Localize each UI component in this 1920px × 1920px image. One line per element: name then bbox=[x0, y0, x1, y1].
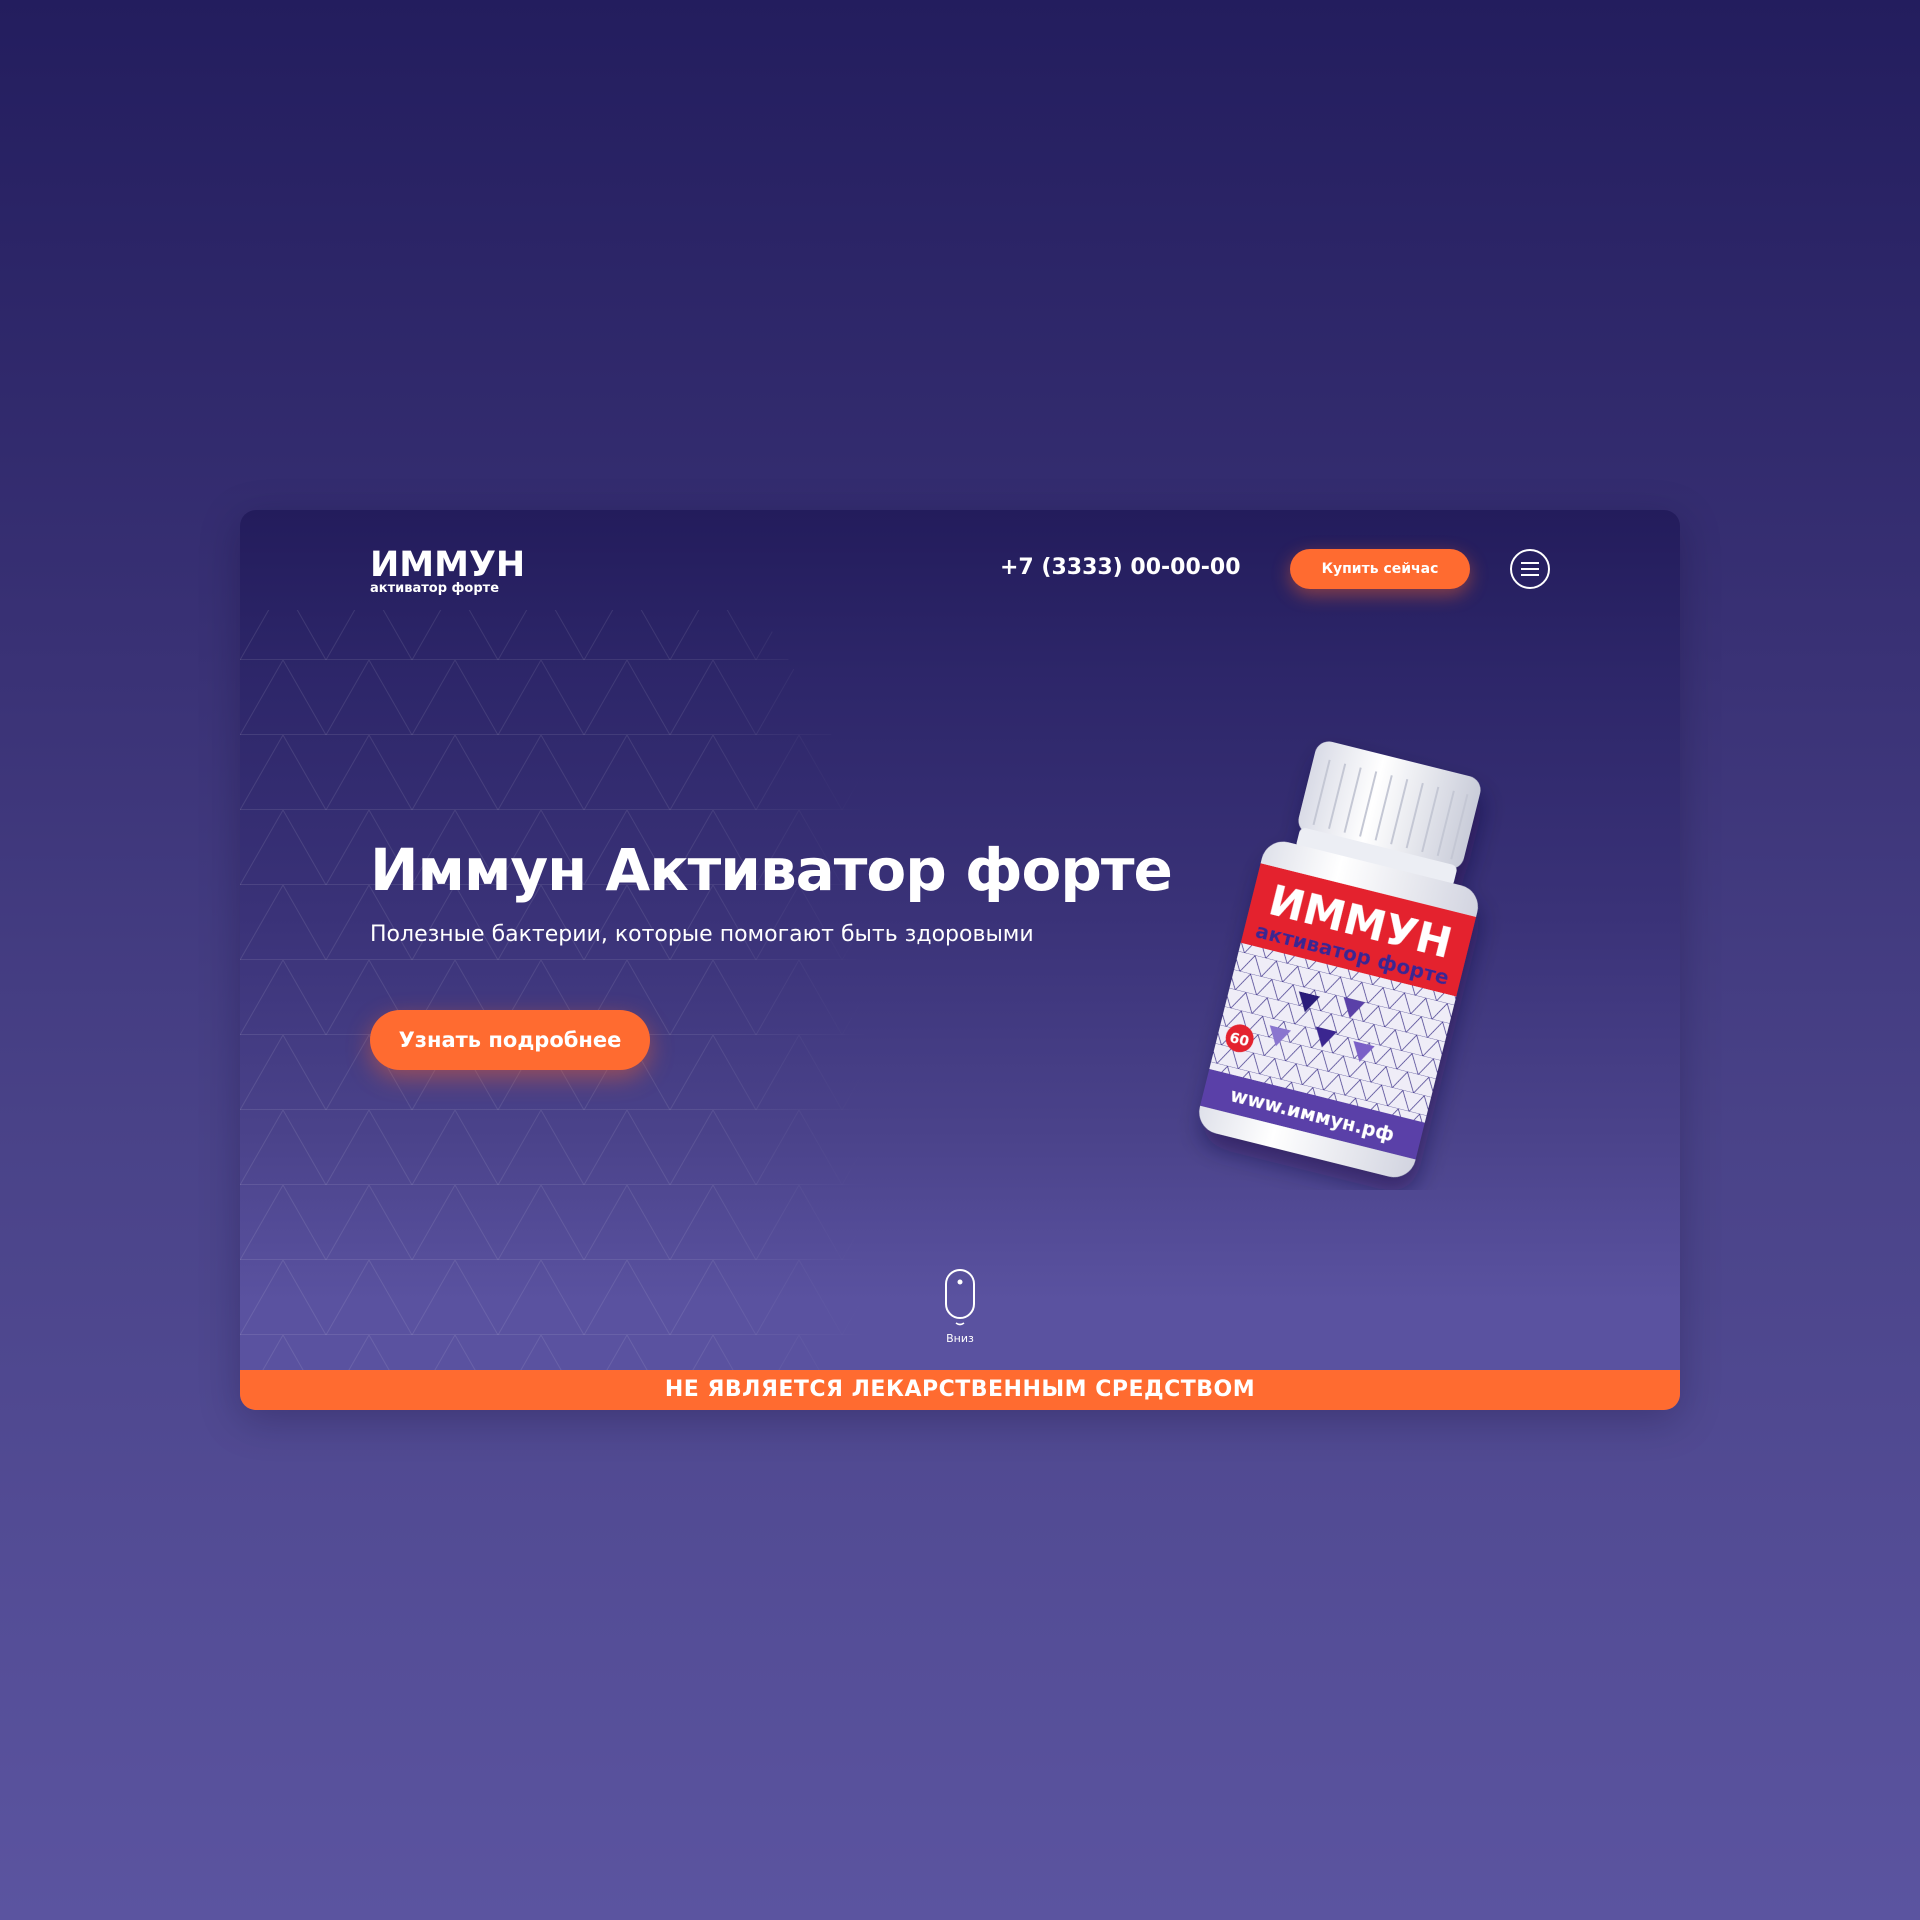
buy-now-button[interactable]: Купить сейчас bbox=[1290, 549, 1470, 589]
scroll-down-label: Вниз bbox=[946, 1332, 974, 1345]
logo-title: ИММУН bbox=[370, 545, 526, 585]
learn-more-button[interactable]: Узнать подробнее bbox=[370, 1010, 650, 1070]
menu-line bbox=[1521, 562, 1539, 564]
hero-subtitle: Полезные бактерии, которые помогают быть… bbox=[370, 922, 1034, 947]
hamburger-menu-icon[interactable] bbox=[1510, 549, 1550, 589]
product-bottle-image: ИММУН активатор форте 60 www.иммун.рф bbox=[1160, 710, 1520, 1190]
menu-line bbox=[1521, 568, 1539, 570]
menu-line bbox=[1521, 574, 1539, 576]
phone-number[interactable]: +7 (3333) 00-00-00 bbox=[1000, 554, 1241, 582]
disclaimer-banner: НЕ ЯВЛЯЕТСЯ ЛЕКАРСТВЕННЫМ СРЕДСТВОМ bbox=[240, 1370, 1680, 1410]
mouse-icon bbox=[945, 1269, 975, 1326]
landing-page-card: ИММУН активатор форте +7 (3333) 00-00-00… bbox=[240, 510, 1680, 1410]
hero-title: Иммун Активатор форте bbox=[370, 836, 1173, 904]
scroll-down-indicator[interactable]: Вниз bbox=[930, 1268, 990, 1346]
logo[interactable]: ИММУН активатор форте bbox=[370, 548, 525, 596]
